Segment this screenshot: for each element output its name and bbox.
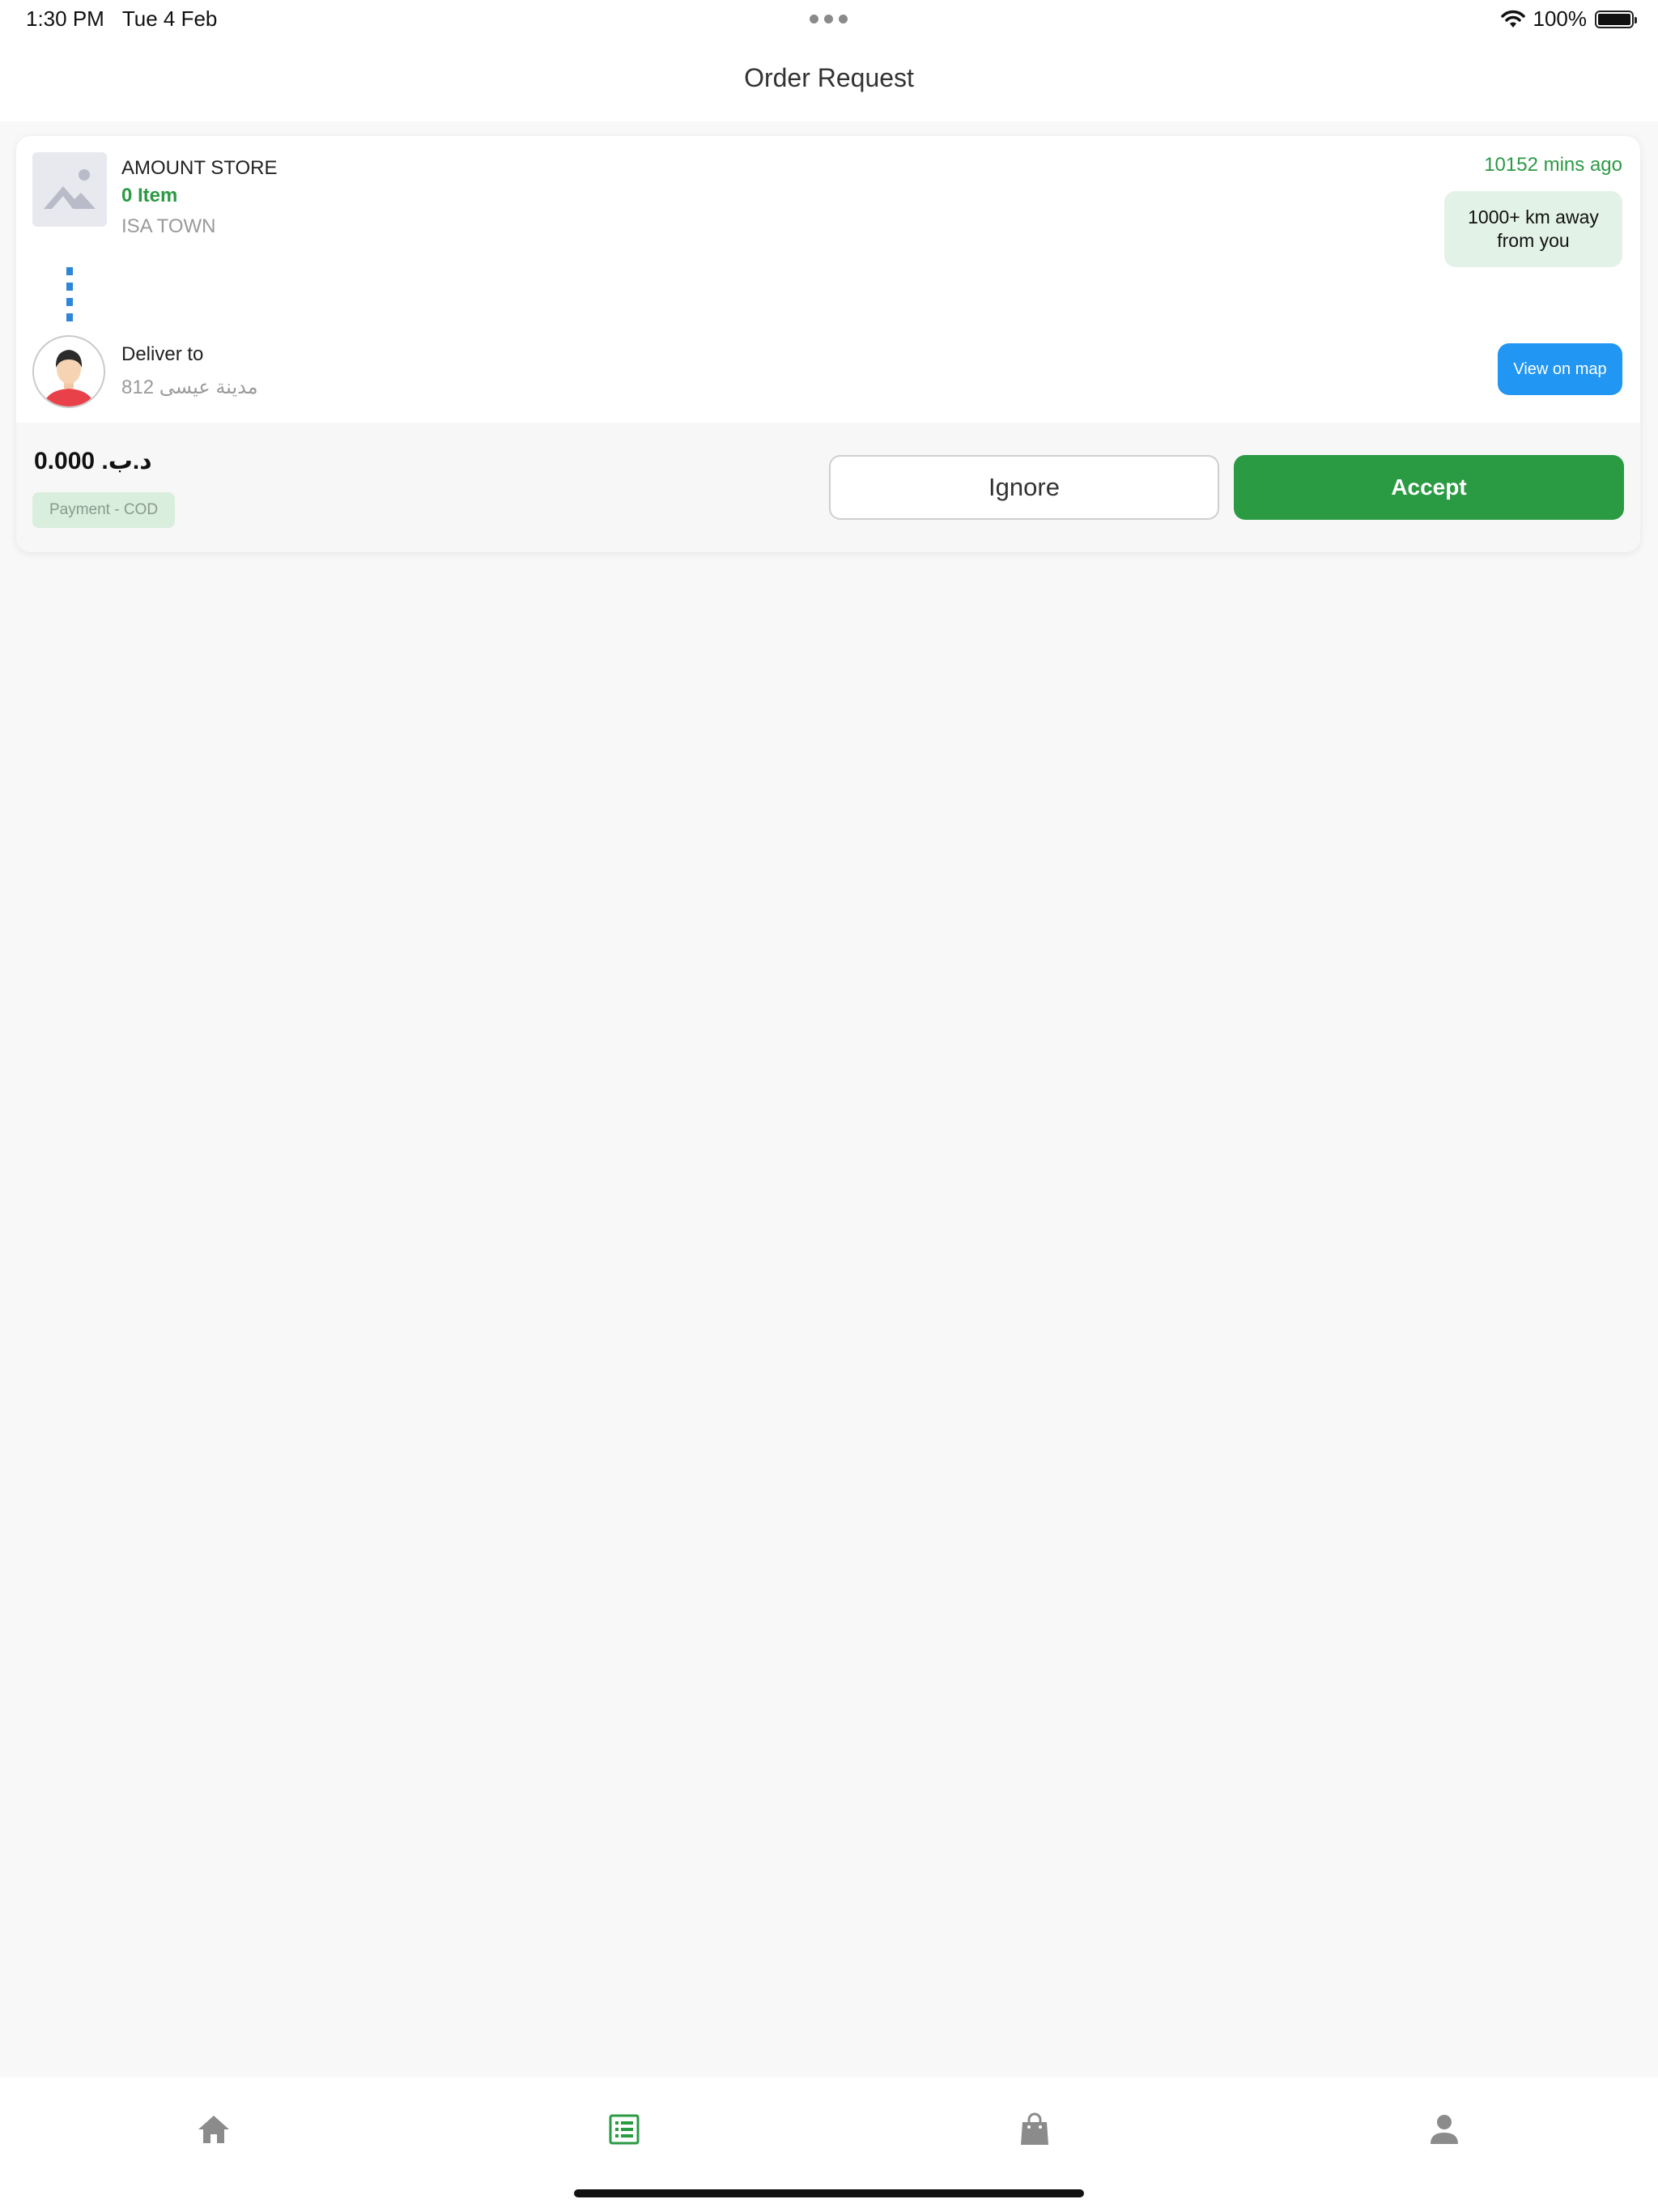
order-time-ago: 10152 mins ago	[1484, 154, 1622, 176]
order-request-card: AMOUNT STORE 0 Item ISA TOWN 10152 mins …	[16, 136, 1640, 552]
order-footer: 0.000 .د.ب Payment - COD Ignore Accept	[16, 423, 1640, 552]
status-bar: 1:30 PM Tue 4 Feb 100%	[0, 0, 1658, 39]
page-title: Order Request	[744, 63, 914, 92]
status-indicators: 100%	[1500, 6, 1637, 32]
list-icon	[609, 2114, 640, 2145]
store-city: ISA TOWN	[121, 215, 216, 237]
battery-percent: 100%	[1533, 6, 1588, 31]
person-icon	[1431, 2115, 1458, 2144]
store-image-placeholder-icon	[32, 152, 107, 227]
home-icon	[198, 2116, 229, 2143]
wifi-icon	[1500, 10, 1525, 28]
status-clock: 1:30 PM Tue 4 Feb	[26, 6, 217, 32]
status-date: Tue 4 Feb	[121, 6, 218, 31]
home-indicator[interactable]	[574, 2189, 1084, 2197]
item-count: 0 Item	[121, 185, 178, 206]
view-on-map-button[interactable]: View on map	[1498, 343, 1622, 395]
order-price: 0.000 .د.ب	[34, 448, 152, 474]
distance-badge: 1000+ km away from you	[1444, 191, 1622, 267]
store-name: AMOUNT STORE	[121, 157, 278, 179]
accept-button[interactable]: Accept	[1234, 455, 1624, 520]
delivery-address: 812 مدينة عيسى	[121, 376, 258, 398]
tab-shop[interactable]	[1010, 2105, 1059, 2154]
route-dotted-line	[66, 267, 73, 321]
ignore-button[interactable]: Ignore	[829, 455, 1219, 520]
multitasking-dots-icon[interactable]	[810, 15, 848, 23]
tab-profile[interactable]	[1420, 2105, 1469, 2154]
shopping-bag-icon	[1021, 2112, 1048, 2145]
bottom-tab-bar	[0, 2078, 1658, 2212]
payment-method-badge: Payment - COD	[32, 492, 175, 528]
tab-home[interactable]	[189, 2105, 238, 2154]
battery-icon	[1595, 10, 1637, 28]
top-area: 1:30 PM Tue 4 Feb 100% Order Request	[0, 0, 1658, 121]
customer-avatar-icon	[32, 335, 105, 408]
status-time: 1:30 PM	[26, 6, 104, 31]
deliver-to-label: Deliver to	[121, 343, 204, 365]
tab-orders[interactable]	[600, 2105, 648, 2154]
